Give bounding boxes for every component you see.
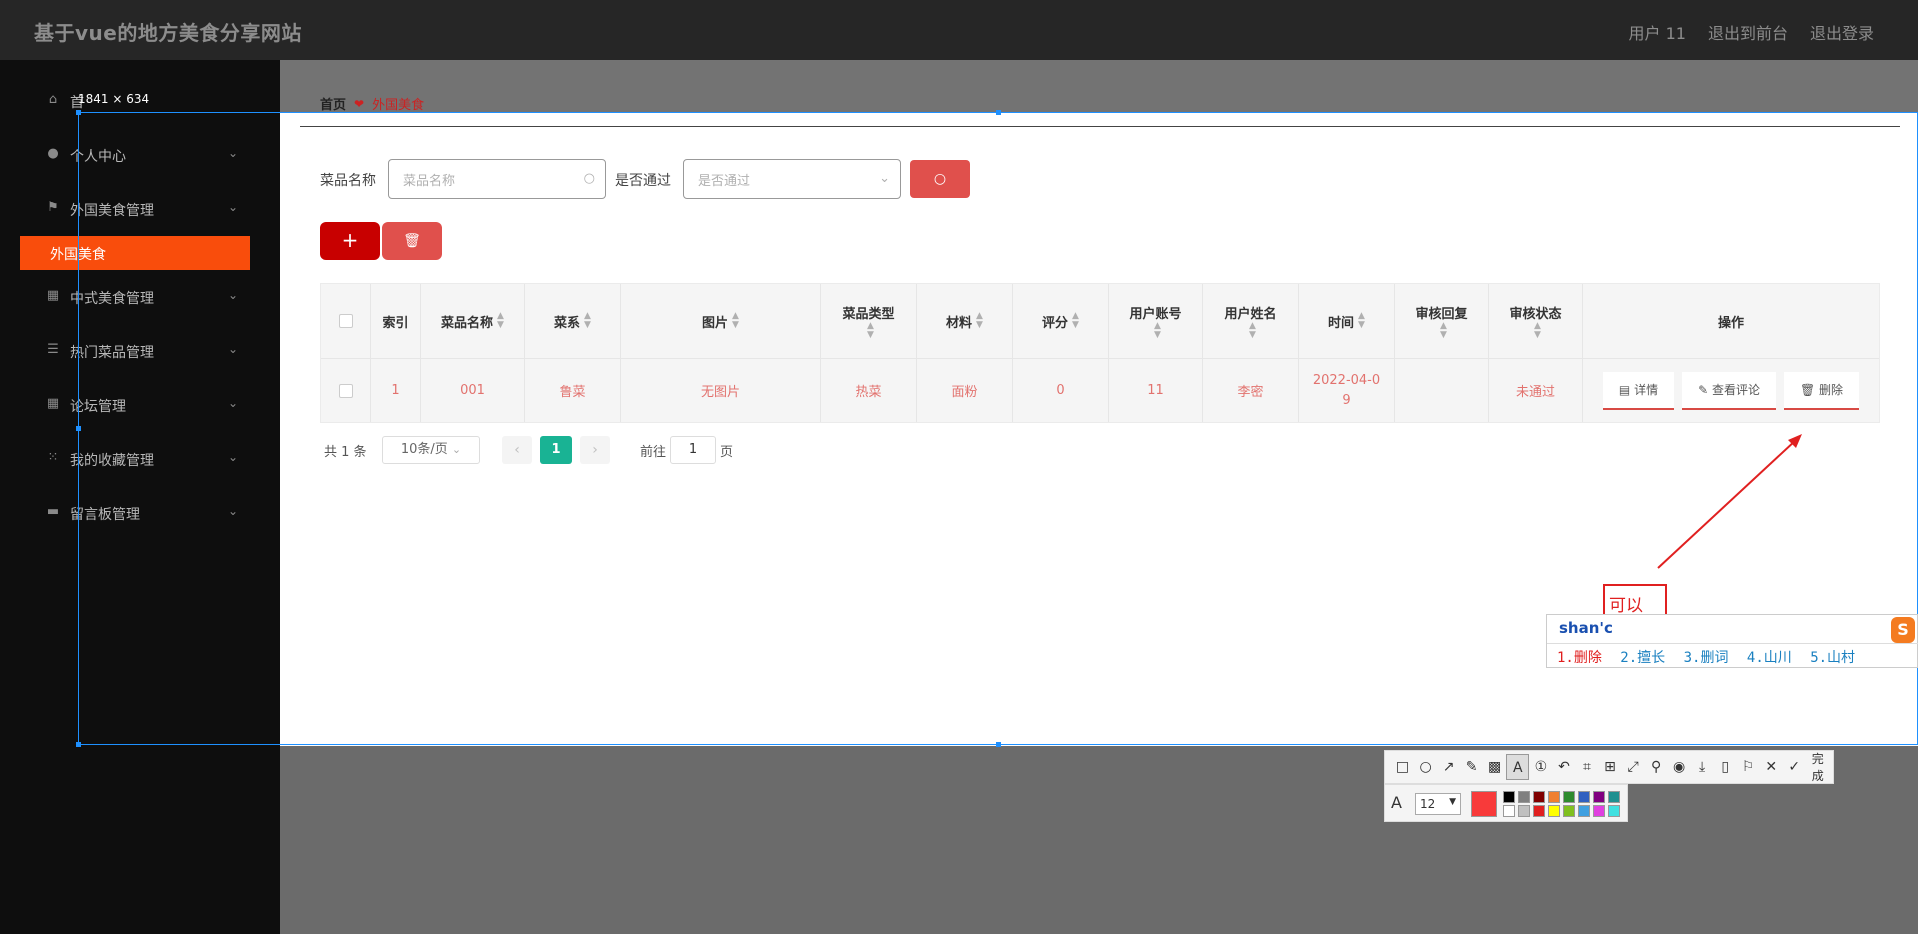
color-swatch[interactable] <box>1503 805 1515 817</box>
ocr-icon[interactable]: ⌗ <box>1575 754 1598 780</box>
resize-handle[interactable] <box>996 110 1001 115</box>
breadcrumb: 首页 ❤ 外国美食 <box>320 94 425 114</box>
record-icon[interactable]: ◉ <box>1668 754 1691 780</box>
user-name-link[interactable]: 用户 11 <box>1629 20 1686 44</box>
breadcrumb-current: 外国美食 <box>372 98 425 113</box>
apps-icon: ⁙ <box>47 450 59 465</box>
color-swatch[interactable] <box>1503 791 1515 803</box>
text-tool-icon[interactable]: A <box>1506 754 1530 780</box>
ime-candidate[interactable]: 3.删词 <box>1684 650 1729 666</box>
ime-candidate[interactable]: 4.山川 <box>1747 650 1792 666</box>
number-tool-icon[interactable]: ① <box>1529 754 1552 780</box>
bookmark-icon[interactable]: ⚐ <box>1737 754 1760 780</box>
color-swatch[interactable] <box>1548 805 1560 817</box>
current-color-swatch[interactable] <box>1471 791 1497 817</box>
download-icon[interactable]: ⤓ <box>1691 754 1714 780</box>
color-swatch[interactable] <box>1608 791 1620 803</box>
screenshot-dim-overlay <box>280 60 1918 112</box>
color-swatch[interactable] <box>1518 805 1530 817</box>
selection-size-label: 1841 × 634 <box>78 92 150 106</box>
color-swatch[interactable] <box>1563 791 1575 803</box>
color-swatch[interactable] <box>1533 791 1545 803</box>
ellipse-tool-icon[interactable]: ○ <box>1414 754 1437 780</box>
close-icon[interactable]: ✕ <box>1760 754 1783 780</box>
list-icon: ☰ <box>47 342 59 357</box>
arrow-tool-icon[interactable]: ↗ <box>1437 754 1460 780</box>
color-swatch[interactable] <box>1593 791 1605 803</box>
heart-icon: ❤ <box>354 96 365 111</box>
message-icon: ▬ <box>46 504 60 519</box>
color-palette <box>1503 791 1621 817</box>
long-screenshot-icon[interactable]: ⤢ <box>1622 754 1645 780</box>
breadcrumb-home[interactable]: 首页 <box>320 94 346 113</box>
phone-icon[interactable]: ▯ <box>1714 754 1737 780</box>
logout-link[interactable]: 退出登录 <box>1810 20 1874 44</box>
color-swatch[interactable] <box>1578 805 1590 817</box>
resize-handle[interactable] <box>76 426 81 431</box>
translate-icon[interactable]: ⊞ <box>1599 754 1622 780</box>
ime-composition: shan'c <box>1559 619 1613 637</box>
font-size-value: 12 <box>1420 797 1436 811</box>
font-size-select[interactable]: 12 ▼ <box>1415 793 1461 815</box>
check-icon[interactable]: ✓ <box>1783 754 1806 780</box>
resize-handle[interactable] <box>76 742 81 747</box>
user-icon: ● <box>47 146 59 161</box>
grid-icon: ▦ <box>46 288 60 303</box>
color-swatch[interactable] <box>1533 805 1545 817</box>
rectangle-tool-icon[interactable]: □ <box>1391 754 1414 780</box>
pin-icon[interactable]: ⚲ <box>1645 754 1668 780</box>
color-swatch[interactable] <box>1578 791 1590 803</box>
top-nav: 用户 11 退出到前台 退出登录 <box>1629 20 1874 44</box>
grid-icon: ▦ <box>46 396 60 411</box>
ime-candidates: 1.删除 2.擅长 3.删词 4.山川 5.山村 <box>1547 643 1918 669</box>
text-style-toolbar: A 12 ▼ <box>1384 784 1628 822</box>
screenshot-toolbar: □ ○ ↗ ✎ ▩ A ① ↶ ⌗ ⊞ ⤢ ⚲ ◉ ⤓ ▯ ⚐ ✕ ✓ 完成 <box>1384 750 1834 784</box>
color-swatch[interactable] <box>1593 805 1605 817</box>
to-front-link[interactable]: 退出到前台 <box>1708 20 1788 44</box>
flag-icon: ⚑ <box>47 200 59 215</box>
pen-tool-icon[interactable]: ✎ <box>1460 754 1483 780</box>
done-button[interactable]: 完成 <box>1812 750 1833 784</box>
ime-candidate[interactable]: 5.山村 <box>1810 650 1855 666</box>
color-swatch[interactable] <box>1548 791 1560 803</box>
color-swatch[interactable] <box>1563 805 1575 817</box>
color-swatch[interactable] <box>1608 805 1620 817</box>
ime-candidate[interactable]: 1.删除 <box>1557 650 1602 666</box>
home-icon: ⌂ <box>48 92 58 107</box>
mosaic-tool-icon[interactable]: ▩ <box>1483 754 1506 780</box>
top-bar: 基于vue的地方美食分享网站 用户 11 退出到前台 退出登录 <box>0 0 1918 60</box>
color-swatch[interactable] <box>1518 791 1530 803</box>
font-size-icon: A <box>1391 793 1402 812</box>
ime-logo-icon: S <box>1891 617 1915 643</box>
site-title: 基于vue的地方美食分享网站 <box>34 21 302 45</box>
resize-handle[interactable] <box>76 110 81 115</box>
ime-candidate[interactable]: 2.擅长 <box>1620 650 1665 666</box>
resize-handle[interactable] <box>996 742 1001 747</box>
annotation-arrow[interactable] <box>1650 428 1810 574</box>
ime-candidate-window: shan'c S 1.删除 2.擅长 3.删词 4.山川 5.山村 <box>1546 614 1918 668</box>
chevron-down-icon: ▼ <box>1449 797 1456 807</box>
undo-icon[interactable]: ↶ <box>1552 754 1575 780</box>
